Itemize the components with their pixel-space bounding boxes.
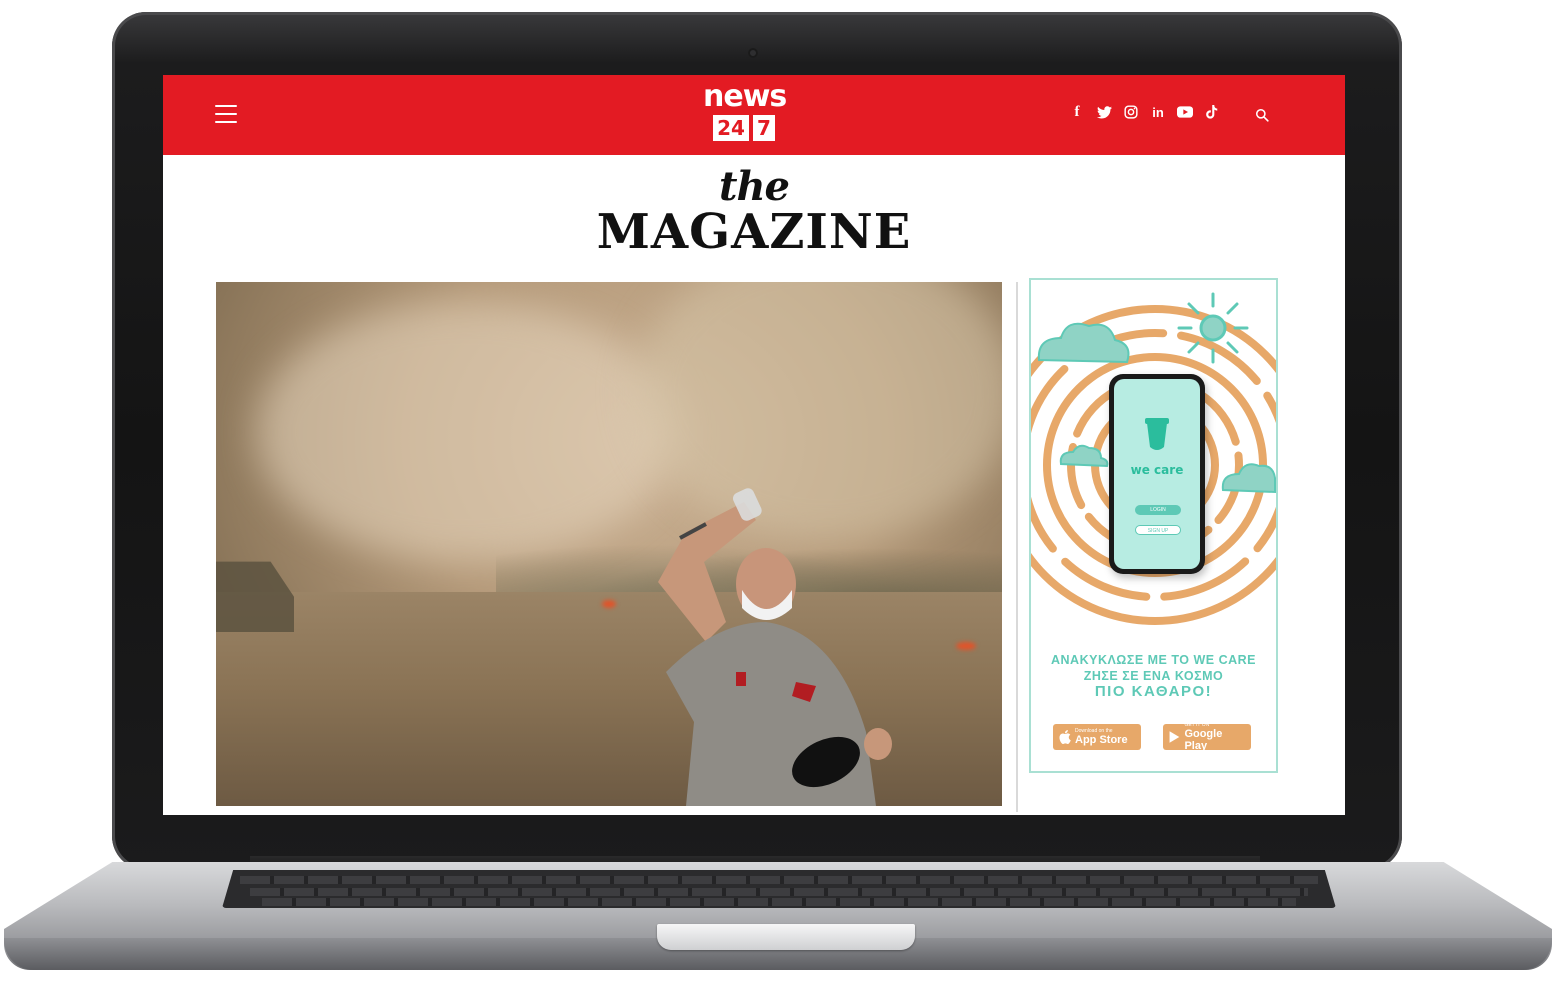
browser-viewport: news 24 7 f in the MAGAZINE we care LOGI… [163,75,1345,815]
magazine-masthead[interactable]: the MAGAZINE [163,163,1345,260]
bin-icon [1145,418,1169,450]
app-store-name: App Store [1075,734,1128,746]
magazine-the: the [718,163,790,210]
background-vehicle [216,561,294,632]
phone-login-button: LOGIN [1135,505,1181,515]
keyboard-row [240,876,1318,884]
phone-screen: we care LOGIN SIGN UP [1114,379,1200,569]
facebook-icon[interactable]: f [1069,104,1085,120]
google-play-button[interactable]: GET IT ON Google Play [1163,722,1251,752]
social-links: f in [1069,104,1220,120]
linkedin-glyph: in [1152,104,1164,120]
camera-icon [748,48,758,58]
hero-photo[interactable] [216,282,1002,806]
phone-signup-button: SIGN UP [1135,525,1181,535]
logo-box-7: 7 [752,115,775,141]
linkedin-icon[interactable]: in [1150,104,1166,120]
hamburger-menu-icon[interactable] [215,105,237,123]
phone-mockup: we care LOGIN SIGN UP [1109,374,1205,574]
firefighter-figure [658,488,892,806]
keyboard-row [250,888,1308,896]
youtube-icon[interactable] [1177,104,1193,120]
phone-brand: we care [1130,463,1184,477]
ad-slogan-line2: ΖΗΣΕ ΣΕ ΕΝΑ ΚΟΣΜΟ [1083,669,1224,683]
trackpad-notch [657,924,915,950]
ad-slogan: ΑΝΑΚΥΚΛΩΣΕ ΜΕ ΤΟ WE CARE ΖΗΣΕ ΣΕ ΕΝΑ ΚΟΣ… [1031,652,1276,700]
logo-box-24: 24 [713,115,749,141]
twitter-icon[interactable] [1096,104,1112,120]
apple-icon [1059,730,1071,744]
ad-slogan-line3: ΠΙΟ ΚΑΘΑΡΟ! [1094,683,1213,700]
search-icon[interactable] [1255,108,1269,122]
magazine-title: MAGAZINE [596,204,912,260]
tiktok-icon[interactable] [1204,104,1220,120]
column-divider [1016,282,1018,812]
google-play-name: Google Play [1184,728,1223,752]
google-play-icon [1169,731,1180,743]
ad-slogan-line1: ΑΝΑΚΥΚΛΩΣΕ ΜΕ ΤΟ WE CARE [1051,653,1256,667]
keyboard-row [262,898,1296,906]
we-care-ad-banner[interactable]: we care LOGIN SIGN UP ΑΝΑΚΥΚΛΩΣΕ ΜΕ ΤΟ W… [1029,278,1278,773]
site-header: news 24 7 f in [163,75,1345,155]
facebook-glyph: f [1074,103,1080,120]
news247-logo[interactable]: news 24 7 [703,79,787,145]
instagram-icon[interactable] [1123,104,1139,120]
app-store-button[interactable]: Download on the App Store [1053,724,1141,750]
laptop-mockup: news 24 7 f in the MAGAZINE we care LOGI… [0,0,1558,981]
logo-word: news [703,79,787,114]
